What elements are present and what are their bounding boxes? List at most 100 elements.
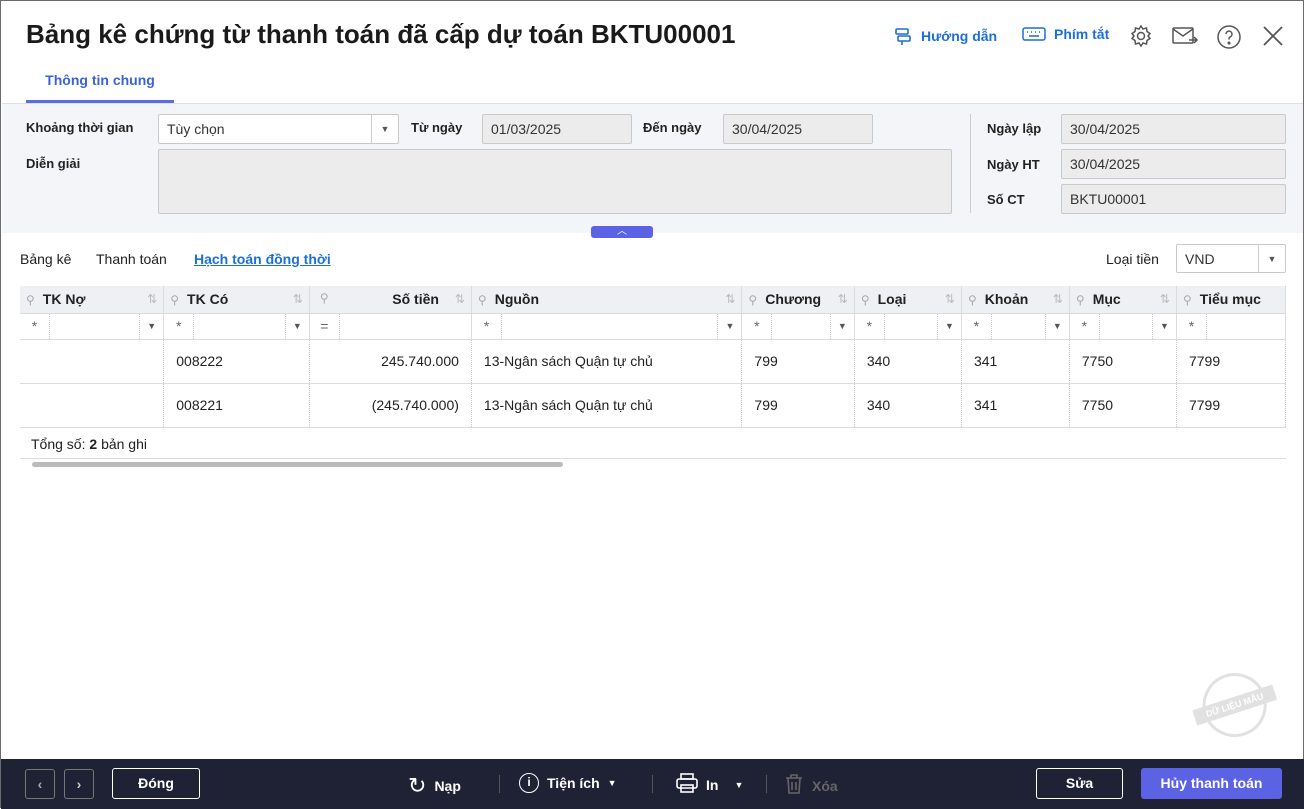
guide-label: Hướng dẫn: [921, 28, 998, 44]
column-header[interactable]: ⚲ TK Có ⇅: [163, 286, 310, 313]
cancel-payment-button[interactable]: Hủy thanh toán: [1141, 768, 1282, 799]
column-header[interactable]: ⚲ Tiểu mục: [1176, 286, 1286, 313]
period-select[interactable]: Tùy chọn ▼: [158, 114, 399, 144]
mail-forward-icon[interactable]: [1171, 24, 1199, 48]
pin-icon[interactable]: ⚲: [1076, 293, 1085, 307]
to-date-input[interactable]: 30/04/2025: [723, 114, 873, 144]
filter-operator[interactable]: *: [1177, 314, 1207, 338]
from-date-input[interactable]: 01/03/2025: [482, 114, 632, 144]
column-filter[interactable]: * ▼: [961, 312, 1070, 340]
table-cell: 008221: [163, 383, 310, 428]
guide-link[interactable]: Hướng dẫn: [893, 26, 997, 46]
dialog-window: Bảng kê chứng từ thanh toán đã cấp dự to…: [0, 0, 1304, 809]
currency-select[interactable]: VND ▼: [1176, 244, 1286, 273]
tab-general-info[interactable]: Thông tin chung: [26, 61, 174, 103]
column-label: Mục: [1092, 291, 1121, 308]
column-header[interactable]: ⚲ Số tiền ⇅: [309, 286, 472, 313]
close-icon[interactable]: [1262, 25, 1284, 47]
total-prefix: Tổng số:: [31, 436, 86, 452]
column-header[interactable]: ⚲ Khoản ⇅: [961, 286, 1070, 313]
pin-icon[interactable]: ⚲: [170, 293, 179, 307]
filter-operator[interactable]: *: [962, 314, 992, 338]
sort-icon[interactable]: ⇅: [1053, 292, 1063, 306]
caret-down-icon: ▼: [734, 779, 744, 790]
filter-operator[interactable]: *: [20, 314, 50, 338]
next-button[interactable]: ›: [64, 769, 94, 799]
print-button[interactable]: In ▼: [676, 773, 743, 796]
sort-icon[interactable]: ⇅: [1160, 292, 1170, 306]
pin-icon[interactable]: ⚲: [26, 293, 35, 307]
subtab-statement[interactable]: Bảng kê: [20, 251, 71, 267]
pin-icon[interactable]: ⚲: [1183, 293, 1192, 307]
utilities-button[interactable]: i Tiện ích ▼: [519, 773, 617, 793]
subtab-payment[interactable]: Thanh toán: [96, 251, 167, 267]
column-filter[interactable]: * ▼: [854, 312, 962, 340]
chevron-left-icon: ‹: [37, 776, 43, 792]
pin-icon[interactable]: ⚲: [861, 293, 870, 307]
column-filter[interactable]: * ▼: [741, 312, 855, 340]
column-header[interactable]: ⚲ Chương ⇅: [741, 286, 855, 313]
subtab-concurrent-posting[interactable]: Hạch toán đồng thời: [194, 251, 331, 267]
filter-operator[interactable]: *: [855, 314, 885, 338]
sort-icon[interactable]: ⇅: [293, 292, 303, 306]
filter-operator[interactable]: *: [1070, 314, 1100, 338]
sort-icon[interactable]: ⇅: [725, 292, 735, 306]
column-header[interactable]: ⚲ Loại ⇅: [854, 286, 962, 313]
chevron-down-icon[interactable]: ▼: [1044, 314, 1069, 338]
column-header[interactable]: ⚲ TK Nợ ⇅: [20, 286, 165, 313]
chevron-down-icon[interactable]: ▼: [1151, 314, 1175, 338]
column-header[interactable]: ⚲ Nguồn ⇅: [471, 286, 743, 313]
collapse-button[interactable]: ︿: [591, 226, 653, 238]
table-row[interactable]: 008221 (245.740.000) 13-Ngân sách Quận tự …: [20, 383, 1286, 428]
gear-icon[interactable]: [1129, 24, 1153, 48]
filter-operator[interactable]: *: [164, 314, 195, 338]
sort-icon[interactable]: ⇅: [455, 292, 465, 306]
reload-button[interactable]: ↻ Nạp: [408, 773, 461, 799]
pin-icon[interactable]: ⚲: [748, 293, 757, 307]
sort-icon[interactable]: ⇅: [147, 292, 157, 306]
column-header[interactable]: ⚲ Mục ⇅: [1069, 286, 1177, 313]
created-date-input[interactable]: 30/04/2025: [1061, 114, 1286, 144]
chevron-down-icon[interactable]: ▼: [139, 314, 163, 338]
filter-operator[interactable]: *: [742, 314, 773, 338]
column-filter[interactable]: * ▼: [471, 312, 743, 340]
edit-button[interactable]: Sửa: [1036, 768, 1123, 799]
refresh-icon: ↻: [408, 773, 427, 798]
printer-icon: [676, 773, 698, 796]
column-filter[interactable]: * ▼: [1069, 312, 1177, 340]
column-filter[interactable]: * ▼: [20, 312, 165, 340]
prev-button[interactable]: ‹: [25, 769, 55, 799]
table-cell: 341: [961, 383, 1070, 428]
pin-icon[interactable]: ⚲: [478, 293, 487, 307]
scrollbar-thumb[interactable]: [32, 462, 563, 467]
sort-icon[interactable]: ⇅: [945, 292, 955, 306]
column-label: Khoản: [984, 291, 1029, 308]
column-filter[interactable]: *: [1176, 312, 1286, 340]
close-button[interactable]: Đóng: [112, 768, 200, 799]
doc-number-input[interactable]: BKTU00001: [1061, 184, 1286, 214]
signpost-icon: [893, 26, 913, 46]
filter-operator[interactable]: =: [310, 314, 340, 338]
posted-date-input[interactable]: 30/04/2025: [1061, 149, 1286, 179]
horizontal-scrollbar[interactable]: [20, 458, 1286, 470]
total-records: Tổng số: 2 bản ghi: [31, 436, 147, 452]
sort-icon[interactable]: ⇅: [838, 292, 848, 306]
table-row[interactable]: 008222 245.740.000 13-Ngân sách Quận tự ch…: [20, 339, 1286, 384]
column-filter[interactable]: * ▼: [163, 312, 310, 340]
chevron-down-icon[interactable]: ▼: [936, 314, 960, 338]
description-input[interactable]: [158, 149, 952, 214]
shortcuts-label: Phím tắt: [1054, 26, 1110, 42]
chevron-down-icon[interactable]: ▼: [284, 314, 309, 338]
filter-operator[interactable]: *: [472, 314, 502, 338]
shortcuts-link[interactable]: Phím tắt: [1022, 26, 1109, 42]
chevron-down-icon[interactable]: ▼: [717, 314, 740, 338]
pin-icon[interactable]: ⚲: [968, 293, 977, 307]
pin-icon[interactable]: ⚲: [320, 291, 329, 305]
delete-button[interactable]: Xóa: [784, 773, 838, 798]
help-icon[interactable]: [1216, 24, 1242, 50]
sample-data-watermark: DỮ LIỆU MẪU: [1185, 662, 1285, 751]
column-filter[interactable]: =: [309, 312, 472, 340]
divider: [766, 775, 767, 793]
chevron-down-icon[interactable]: ▼: [829, 314, 853, 338]
table-cell: 245.740.000: [309, 339, 472, 384]
